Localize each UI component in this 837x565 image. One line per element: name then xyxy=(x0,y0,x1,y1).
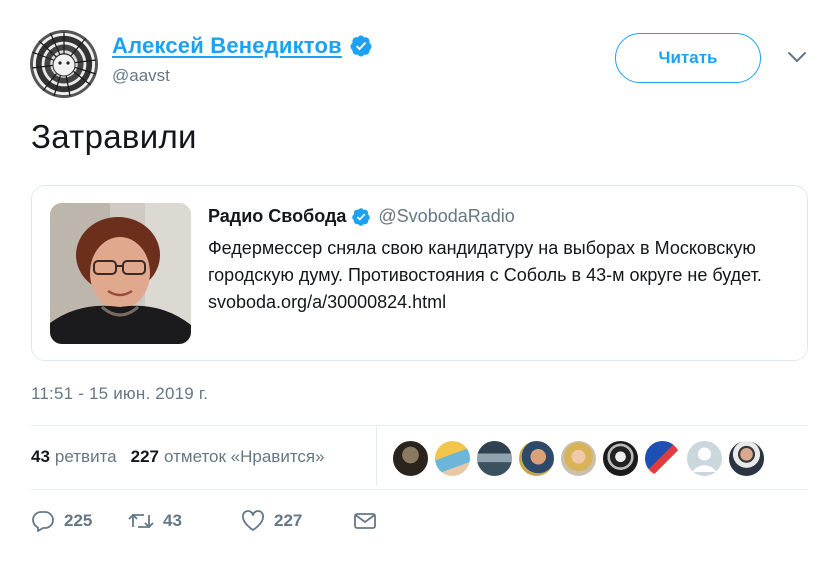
liker-avatar[interactable] xyxy=(392,440,429,477)
author-name[interactable]: Алексей Венедиктов xyxy=(112,33,342,59)
reply-button[interactable]: 225 xyxy=(31,510,128,532)
liker-avatar[interactable] xyxy=(560,440,597,477)
quoted-tweet-card[interactable]: Радио Свобода @SvobodaRadio Федермессер … xyxy=(31,185,808,361)
tweet-stats: 43 ретвита 227 отметок «Нравится» xyxy=(31,447,325,467)
liker-avatar[interactable] xyxy=(686,440,723,477)
chevron-down-icon[interactable] xyxy=(786,50,808,64)
verified-badge-icon xyxy=(352,207,371,226)
liker-avatar[interactable] xyxy=(728,440,765,477)
divider xyxy=(376,426,377,486)
heart-icon xyxy=(242,510,264,531)
divider xyxy=(31,425,808,426)
like-count: 227 xyxy=(274,511,303,530)
tweet-text: Затравили xyxy=(31,118,197,155)
tweet: Алексей Венедиктов @aavst Читать Затрави… xyxy=(0,0,837,565)
direct-message-button[interactable] xyxy=(353,511,377,531)
like-button[interactable]: 227 xyxy=(241,510,353,532)
author-avatar[interactable] xyxy=(30,30,98,98)
reply-count: 225 xyxy=(64,511,93,530)
follow-button[interactable]: Читать xyxy=(615,33,761,83)
tweet-timestamp[interactable]: 11:51 - 15 июн. 2019 г. xyxy=(31,384,208,404)
divider xyxy=(31,489,808,490)
tweet-actions: 225 43 227 xyxy=(31,510,377,532)
likes-stat[interactable]: 227 отметок «Нравится» xyxy=(131,447,325,467)
quoted-tweet-image xyxy=(50,203,191,344)
verified-badge-icon xyxy=(350,35,372,57)
retweets-stat[interactable]: 43 ретвита xyxy=(31,447,117,467)
quoted-author-name: Радио Свобода xyxy=(208,206,347,226)
retweet-count: 43 xyxy=(163,511,182,530)
liker-avatar[interactable] xyxy=(476,440,513,477)
reply-icon xyxy=(32,511,54,532)
retweet-icon xyxy=(128,513,154,529)
quoted-tweet-text: Федермессер сняла свою кандидатуру на вы… xyxy=(208,238,762,312)
likers-avatars xyxy=(392,440,765,477)
quoted-author-handle: @SvobodaRadio xyxy=(378,206,515,226)
liker-avatar[interactable] xyxy=(518,440,555,477)
envelope-icon xyxy=(354,513,376,529)
retweet-button[interactable]: 43 xyxy=(128,510,241,532)
liker-avatar[interactable] xyxy=(644,440,681,477)
liker-avatar[interactable] xyxy=(434,440,471,477)
liker-avatar[interactable] xyxy=(602,440,639,477)
author-handle[interactable]: @aavst xyxy=(112,66,170,86)
